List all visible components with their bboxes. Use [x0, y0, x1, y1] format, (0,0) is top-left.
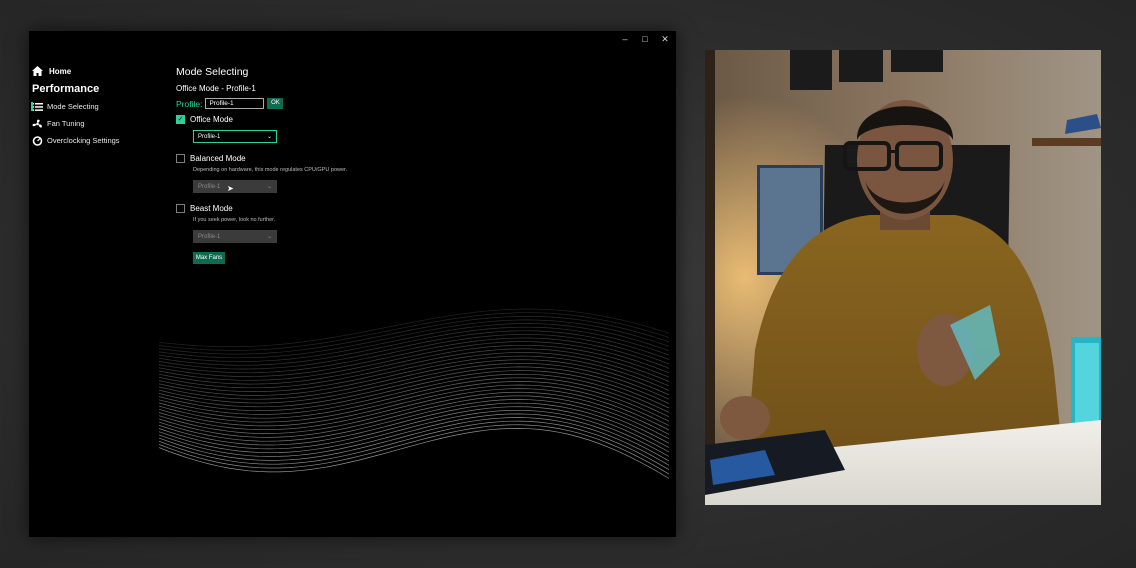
sidebar-item-overclocking-settings[interactable]: Overclocking Settings [32, 134, 172, 147]
sidebar-item-label: Mode Selecting [47, 102, 99, 111]
office-mode-label: Office Mode [190, 114, 233, 124]
beast-mode-description: If you seek power, look no further. [193, 217, 276, 223]
office-mode-checkbox[interactable]: ✓ [176, 114, 185, 124]
gauge-icon [32, 135, 43, 146]
presenter-video [705, 50, 1101, 505]
list-icon [32, 102, 43, 111]
sidebar-item-home[interactable]: Home [32, 64, 172, 78]
close-button[interactable]: ✕ [658, 33, 672, 45]
profile-name-input[interactable] [205, 98, 265, 109]
ok-button[interactable]: OK [267, 98, 284, 109]
beast-mode-profile-select[interactable]: Profile-1 ⌄ [193, 230, 277, 243]
balanced-mode-profile-select[interactable]: Profile-1 ⌄ [193, 180, 277, 193]
home-icon [32, 66, 43, 76]
select-value: Profile-1 [198, 133, 221, 140]
sidebar-item-label: Overclocking Settings [47, 136, 120, 145]
sidebar-item-label: Fan Tuning [47, 119, 85, 128]
main-panel: Mode Selecting Office Mode - Profile-1 P… [176, 65, 506, 264]
chevron-down-icon: ⌄ [266, 234, 272, 240]
app-window: – □ ✕ Home Performance Mode Selecting Fa… [29, 31, 676, 537]
beast-mode-label: Beast Mode [190, 203, 233, 213]
sidebar-item-label: Home [49, 66, 72, 76]
select-value: Profile-1 [198, 233, 221, 240]
presenter-photo [705, 50, 1101, 505]
balanced-mode-label: Balanced Mode [190, 153, 246, 163]
check-icon: ✓ [177, 116, 184, 123]
office-mode-profile-select[interactable]: Profile-1 ⌄ [193, 130, 277, 143]
sidebar: Home Performance Mode Selecting Fan Tuni… [31, 64, 172, 147]
minimize-button[interactable]: – [618, 33, 632, 45]
chevron-down-icon: ⌄ [266, 134, 272, 140]
max-fans-button[interactable]: Max Fans [193, 252, 225, 264]
profile-row: Profile: OK [176, 97, 506, 110]
profile-label: Profile: [176, 98, 203, 109]
office-mode-option: ✓ Office Mode Profile-1 ⌄ [176, 113, 506, 143]
page-title: Mode Selecting [176, 66, 249, 78]
window-controls: – □ ✕ [618, 33, 672, 45]
fan-icon [32, 119, 42, 128]
balanced-mode-checkbox[interactable] [176, 153, 185, 163]
sidebar-section-title: Performance [32, 83, 100, 95]
maximize-button[interactable]: □ [638, 33, 652, 45]
beast-mode-option: Beast Mode If you seek power, look no fu… [176, 202, 506, 243]
mouse-cursor-icon: ➤ [227, 184, 234, 193]
select-value: Profile-1 [198, 183, 221, 190]
balanced-mode-description: Depending on hardware, this mode regulat… [193, 167, 348, 173]
current-mode-subtitle: Office Mode - Profile-1 [176, 84, 256, 93]
balanced-mode-option: Balanced Mode Depending on hardware, thi… [176, 152, 506, 193]
sidebar-item-mode-selecting[interactable]: Mode Selecting [31, 100, 172, 113]
sidebar-item-fan-tuning[interactable]: Fan Tuning [32, 117, 172, 130]
chevron-down-icon: ⌄ [266, 184, 272, 190]
beast-mode-checkbox[interactable] [176, 203, 185, 213]
